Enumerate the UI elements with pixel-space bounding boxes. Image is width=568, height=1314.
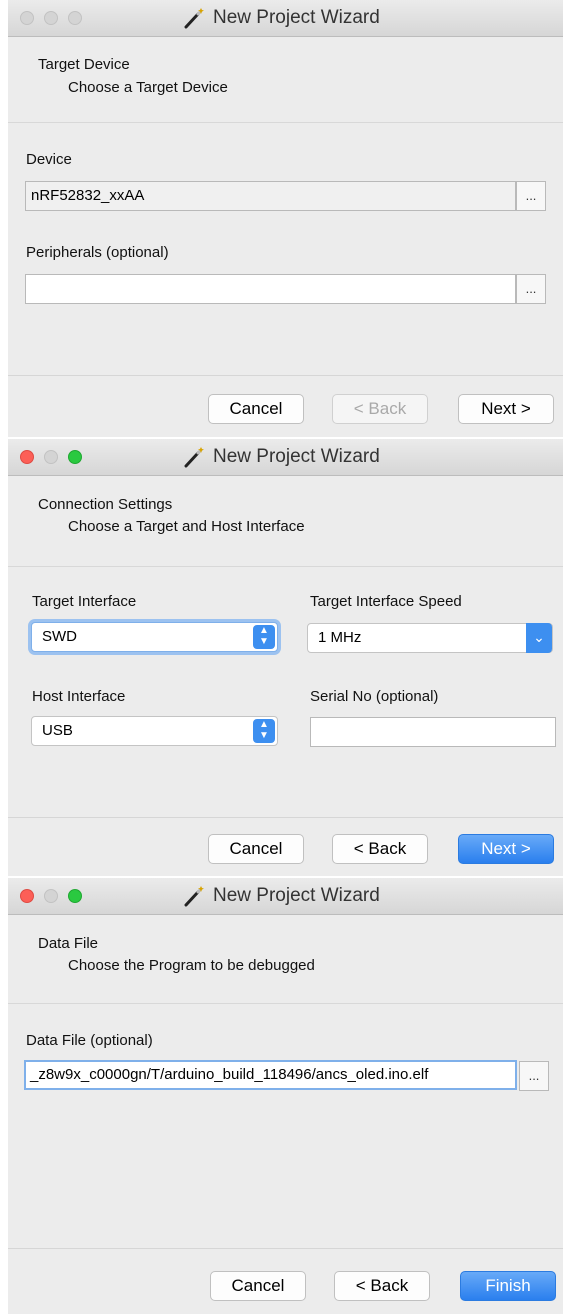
target-speed-select[interactable]: 1 MHz ⌄	[307, 623, 553, 653]
page-title: Data File	[38, 935, 99, 952]
wizard-header: Target Device Choose a Target Device	[8, 37, 563, 123]
peripherals-label: Peripherals (optional)	[26, 244, 169, 261]
close-button[interactable]	[20, 11, 34, 25]
title-bar[interactable]: New Project Wizard	[8, 878, 563, 915]
serial-no-label: Serial No (optional)	[310, 688, 439, 705]
peripherals-browse-button[interactable]: ...	[516, 274, 546, 304]
magic-wand-icon	[184, 447, 204, 468]
minimize-button[interactable]	[44, 889, 58, 903]
magic-wand-icon	[184, 886, 204, 907]
minimize-button[interactable]	[44, 11, 58, 25]
host-interface-label: Host Interface	[32, 688, 126, 705]
page-subtitle: Choose a Target Device	[68, 79, 228, 96]
data-file-field[interactable]: _z8w9x_c0000gn/T/arduino_build_118496/an…	[24, 1060, 517, 1090]
chevron-down-icon[interactable]: ⌄	[526, 623, 552, 653]
wizard-window-target-device: New Project Wizard Target Device Choose …	[8, 0, 563, 437]
magic-wand-icon	[184, 8, 204, 29]
zoom-button[interactable]	[68, 450, 82, 464]
title-bar[interactable]: New Project Wizard	[8, 0, 563, 37]
cancel-button[interactable]: Cancel	[208, 394, 304, 424]
wizard-window-data-file: New Project Wizard Data File Choose the …	[8, 878, 563, 1314]
close-button[interactable]	[20, 450, 34, 464]
serial-no-field[interactable]	[310, 717, 556, 747]
window-title: New Project Wizard	[213, 7, 380, 28]
page-subtitle: Choose the Program to be debugged	[68, 957, 315, 974]
target-speed-label: Target Interface Speed	[310, 593, 462, 610]
minimize-button[interactable]	[44, 450, 58, 464]
window-title: New Project Wizard	[213, 446, 380, 467]
target-interface-value: SWD	[42, 628, 77, 645]
device-field[interactable]: nRF52832_xxAA	[25, 181, 516, 211]
host-interface-value: USB	[42, 722, 73, 739]
peripherals-field[interactable]	[25, 274, 516, 304]
zoom-button[interactable]	[68, 11, 82, 25]
up-down-stepper-icon[interactable]: ▲ ▼	[253, 625, 275, 649]
footer-separator	[8, 1248, 563, 1249]
up-down-stepper-icon[interactable]: ▲ ▼	[253, 719, 275, 743]
next-button[interactable]: Next >	[458, 394, 554, 424]
target-interface-select[interactable]: SWD ▲ ▼	[31, 622, 278, 652]
data-file-browse-button[interactable]: ...	[519, 1061, 549, 1091]
device-browse-button[interactable]: ...	[516, 181, 546, 211]
footer-separator	[8, 375, 563, 376]
device-label: Device	[26, 151, 72, 168]
back-button[interactable]: < Back	[332, 394, 428, 424]
footer-separator	[8, 817, 563, 818]
next-button[interactable]: Next >	[458, 834, 554, 864]
target-speed-value: 1 MHz	[318, 629, 362, 646]
target-interface-label: Target Interface	[32, 593, 137, 610]
wizard-header: Connection Settings Choose a Target and …	[8, 476, 563, 567]
back-button[interactable]: < Back	[334, 1271, 430, 1301]
close-button[interactable]	[20, 889, 34, 903]
page-subtitle: Choose a Target and Host Interface	[68, 518, 305, 535]
page-title: Target Device	[38, 56, 130, 73]
finish-button[interactable]: Finish	[460, 1271, 556, 1301]
window-title: New Project Wizard	[213, 885, 380, 906]
wizard-header: Data File Choose the Program to be debug…	[8, 915, 563, 1004]
wizard-window-connection-settings: New Project Wizard Connection Settings C…	[8, 439, 563, 876]
cancel-button[interactable]: Cancel	[208, 834, 304, 864]
title-bar[interactable]: New Project Wizard	[8, 439, 563, 476]
cancel-button[interactable]: Cancel	[210, 1271, 306, 1301]
back-button[interactable]: < Back	[332, 834, 428, 864]
data-file-label: Data File (optional)	[26, 1032, 153, 1049]
page-title: Connection Settings	[38, 496, 173, 513]
host-interface-select[interactable]: USB ▲ ▼	[31, 716, 278, 746]
zoom-button[interactable]	[68, 889, 82, 903]
